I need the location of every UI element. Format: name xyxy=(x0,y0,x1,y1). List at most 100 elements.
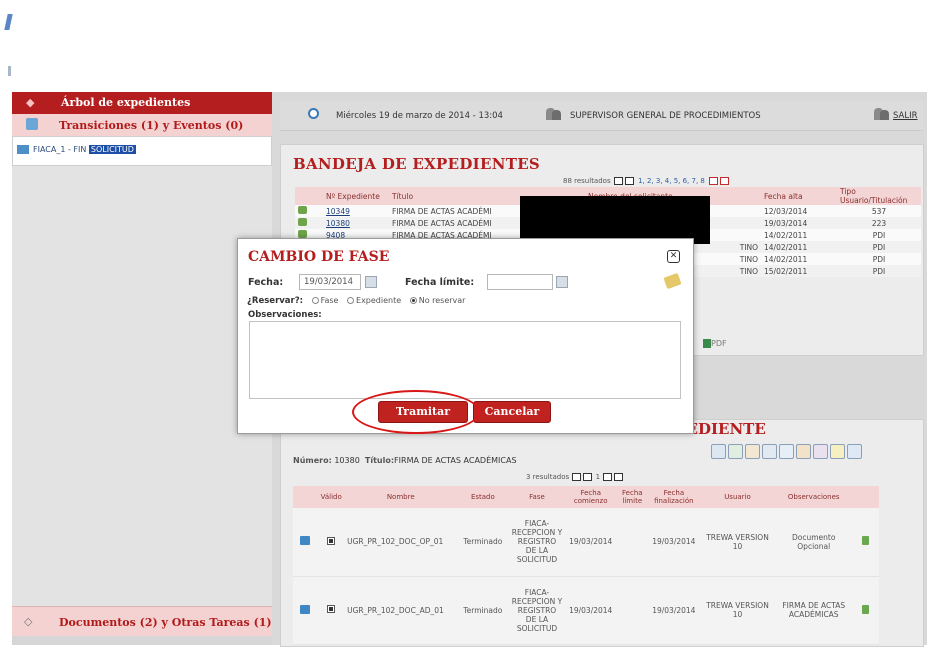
col-fase[interactable]: Fase xyxy=(509,486,565,508)
titulo-label: Título: xyxy=(364,456,395,465)
table-row[interactable]: UGR_PR_102_DOC_AD_01 Terminado FIACA-REC… xyxy=(293,576,879,645)
next-page-button[interactable] xyxy=(709,177,719,185)
logout-icon[interactable] xyxy=(874,108,890,120)
sidebar-section-label: Transiciones (1) y Eventos (0) xyxy=(59,119,244,132)
col-fecha-comienzo[interactable]: Fecha comienzo xyxy=(564,486,617,508)
clock-icon xyxy=(308,108,319,119)
transition-item[interactable]: FIACA_1 - FIN SOLICITUD xyxy=(17,145,136,154)
col-tipo[interactable]: Tipo Usuario/Titulación xyxy=(837,187,921,205)
sidebar-section-arbol[interactable]: ◆ Árbol de expedientes xyxy=(12,92,272,114)
col-valido[interactable]: Válido xyxy=(317,486,346,508)
row-icon xyxy=(295,217,323,229)
cancelar-button[interactable]: Cancelar xyxy=(473,401,551,423)
note-icon[interactable] xyxy=(830,444,845,459)
row-tipo: PDI xyxy=(837,241,921,253)
close-icon[interactable]: ✕ xyxy=(667,250,680,263)
doc-estado: Terminado xyxy=(456,576,510,645)
bandeja-pagination: 88 resultados 1, 2, 3, 4, 5, 6, 7, 8 xyxy=(563,177,730,185)
col-estado[interactable]: Estado xyxy=(456,486,510,508)
folder-icon[interactable] xyxy=(711,444,726,459)
clock-icon[interactable] xyxy=(779,444,794,459)
doc-fecha-inicio: 19/03/2014 xyxy=(564,576,617,645)
bandeja-title: BANDEJA DE EXPEDIENTES xyxy=(293,155,541,173)
col-usuario[interactable]: Usuario xyxy=(699,486,776,508)
first-page-button[interactable] xyxy=(572,473,582,481)
next-page-button[interactable] xyxy=(603,473,613,481)
doc-observaciones: FIRMA DE ACTAS ACADÉMICAS xyxy=(775,576,853,645)
col-expediente[interactable]: Nº Expediente xyxy=(323,187,389,205)
row-tipo: PDI xyxy=(837,253,921,265)
transition-item-highlight: SOLICITUD xyxy=(88,145,136,154)
pdf-icon[interactable] xyxy=(703,339,711,348)
tramitar-button[interactable]: Tramitar xyxy=(378,401,468,423)
reservar-options: ¿Reservar?: Fase Expediente No reservar xyxy=(247,296,465,306)
last-page-button[interactable] xyxy=(614,473,624,481)
download-icon[interactable] xyxy=(862,604,870,614)
prev-page-button[interactable] xyxy=(583,473,593,481)
prev-page-button[interactable] xyxy=(624,177,634,185)
transitions-panel: FIACA_1 - FIN SOLICITUD xyxy=(12,136,272,166)
valid-checkbox[interactable] xyxy=(327,605,336,613)
row-icon xyxy=(295,205,323,217)
col-download xyxy=(852,486,879,508)
fecha-input[interactable] xyxy=(299,274,361,290)
page-numbers[interactable]: 1, 2, 3, 4, 5, 6, 7, 8 xyxy=(638,177,705,185)
bandeja-results: 88 resultados xyxy=(563,177,611,185)
row-fecha: 14/02/2011 xyxy=(761,241,837,253)
transition-item-label: FIACA_1 - FIN xyxy=(33,145,87,154)
col-fecha-limite[interactable]: Fecha límite xyxy=(616,486,648,508)
sidebar-section-documentos[interactable]: ◇ Documentos (2) y Otras Tareas (1) xyxy=(12,606,272,637)
docs-meta: Número: 10380 Título:FIRMA DE ACTAS ACAD… xyxy=(293,456,517,465)
valid-checkbox[interactable] xyxy=(327,536,336,545)
search-icon[interactable] xyxy=(762,444,777,459)
current-datetime: Miércoles 19 de marzo de 2014 - 13:04 xyxy=(336,111,503,121)
row-fecha: 12/03/2014 xyxy=(761,205,837,217)
col-icon xyxy=(295,187,323,205)
tag-icon[interactable] xyxy=(745,444,760,459)
group-icon[interactable] xyxy=(813,444,828,459)
row-tipo: 537 xyxy=(837,205,921,217)
users-icon[interactable] xyxy=(728,444,743,459)
status-bar: Miércoles 19 de marzo de 2014 - 13:04 SU… xyxy=(280,102,923,131)
logo-mark-small xyxy=(8,66,11,76)
calendar-icon[interactable] xyxy=(365,276,377,288)
row-tipo: PDI xyxy=(837,229,921,241)
docs-toolbar xyxy=(709,444,862,462)
expediente-link[interactable]: 10349 xyxy=(326,207,350,216)
doc-fase: FIACA-RECEPCION Y REGISTRO DE LA SOLICIT… xyxy=(509,576,565,645)
col-fecha-fin[interactable]: Fecha finalización xyxy=(647,486,700,508)
col-fecha-alta[interactable]: Fecha alta xyxy=(761,187,837,205)
image-icon[interactable] xyxy=(847,444,862,459)
table-header: Válido Nombre Estado Fase Fecha comienzo… xyxy=(293,486,879,508)
observaciones-label: Observaciones: xyxy=(248,310,322,320)
table-row[interactable]: UGR_PR_102_DOC_OP_01 Terminado FIACA-REC… xyxy=(293,508,879,577)
doc-nombre: UGR_PR_102_DOC_AD_01 xyxy=(345,576,457,645)
pdf-export-link[interactable]: PDF xyxy=(711,339,727,348)
documentos-panel: DOCUMENTOS Y OTRAS TAREAS DEL EXPEDIENTE… xyxy=(280,419,924,647)
radio-no-reservar[interactable] xyxy=(409,297,417,304)
radio-expediente[interactable] xyxy=(347,297,355,304)
logout-link[interactable]: SALIR xyxy=(893,111,918,121)
sidebar-section-transiciones[interactable]: Transiciones (1) y Eventos (0) xyxy=(12,114,272,137)
observaciones-textarea[interactable] xyxy=(249,321,681,399)
upload-icon[interactable] xyxy=(300,536,311,546)
expediente-link[interactable]: 10380 xyxy=(326,219,350,228)
download-icon[interactable] xyxy=(862,536,870,546)
row-tipo: 223 xyxy=(837,217,921,229)
col-nombre[interactable]: Nombre xyxy=(345,486,457,508)
calendar-icon[interactable] xyxy=(556,276,568,288)
col-observaciones[interactable]: Observaciones xyxy=(775,486,853,508)
row-tipo: PDI xyxy=(837,265,921,277)
first-page-button[interactable] xyxy=(613,177,623,185)
chart-icon[interactable] xyxy=(796,444,811,459)
radio-no-reservar-label: No reservar xyxy=(418,296,466,305)
doc-fecha-limite xyxy=(616,576,648,645)
docs-page-number[interactable]: 1 xyxy=(596,473,600,481)
doc-fecha-limite xyxy=(616,508,648,577)
upload-icon[interactable] xyxy=(300,604,311,614)
reservar-label: ¿Reservar?: xyxy=(247,296,304,306)
doc-usuario: TREWA VERSION 10 xyxy=(699,576,776,645)
last-page-button[interactable] xyxy=(720,177,730,185)
fecha-limite-input[interactable] xyxy=(487,274,553,290)
radio-fase[interactable] xyxy=(311,297,319,304)
